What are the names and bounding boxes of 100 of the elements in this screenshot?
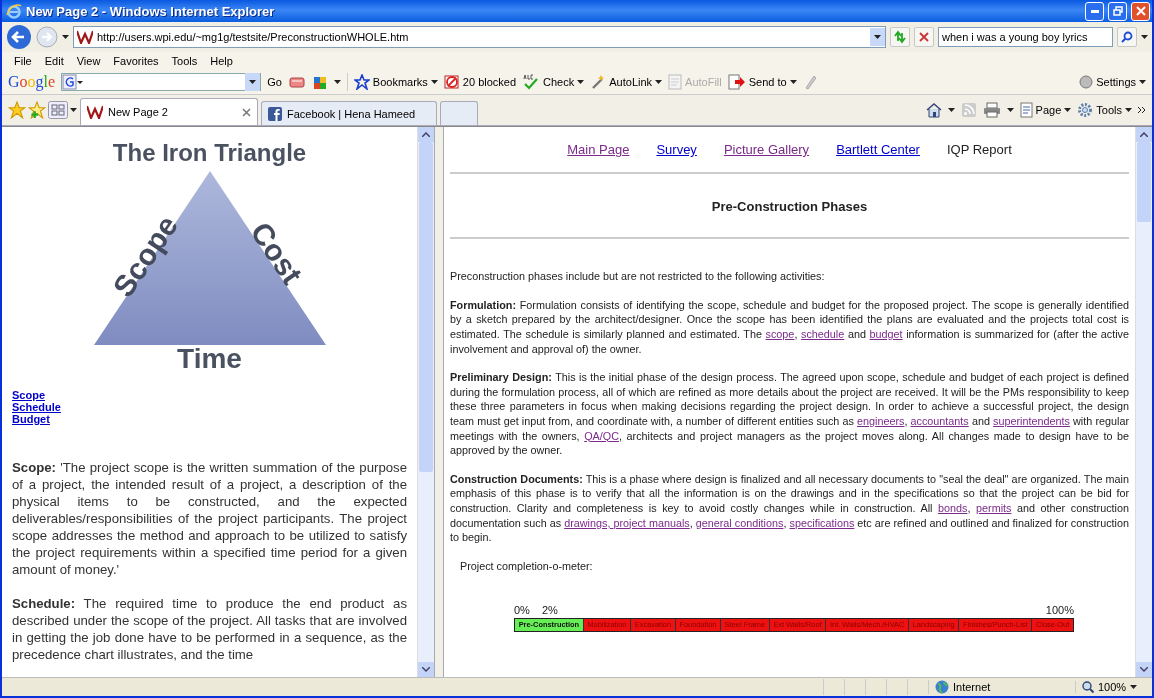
- paragraph: Preconstruction phases include but are not restricted to the following activities:: [450, 269, 826, 284]
- chevron-icon[interactable]: [1138, 106, 1146, 114]
- minimize-icon: [1090, 9, 1099, 13]
- settings-button[interactable]: Settings: [1079, 75, 1146, 89]
- site-icon: [87, 105, 103, 119]
- side-link[interactable]: Scope: [12, 389, 45, 401]
- caret-icon: [1139, 80, 1146, 84]
- print-icon[interactable]: [982, 102, 1001, 118]
- nav-link[interactable]: Picture Gallery: [723, 143, 810, 158]
- form-icon: [668, 74, 683, 90]
- page-icon: [1019, 102, 1033, 118]
- close-icon: [919, 32, 929, 42]
- caret-icon: [577, 80, 585, 84]
- scroll-thumb[interactable]: [1137, 142, 1151, 222]
- paragraph: Construction Documents: This is a phase where design is finalized and all necessary documents to "seal the deal" are organized. The main emphasis of this phase is to verify that all the information is on the drawings and in the specifications so that the project can be bid for construction. Clarity and completeness is key to avoid costly changes while in construction. All bonds, permits and other construction documentation such as drawings, project manuals, general conditions, specifications etc are refined and outlined and finalized for construction to begin.: [450, 471, 1129, 545]
- search-button[interactable]: [1117, 27, 1137, 47]
- scroll-down-icon[interactable]: [422, 667, 430, 672]
- toolbar-button[interactable]: Check: [522, 74, 585, 90]
- globe-icon: [935, 680, 949, 694]
- toolbar-button[interactable]: 20 blocked: [443, 74, 517, 90]
- tab-list-caret-icon: [70, 108, 77, 112]
- menu-item[interactable]: Tools: [171, 55, 198, 67]
- menu-item[interactable]: Favorites: [113, 55, 159, 67]
- nav-link[interactable]: Bartlett Center: [836, 143, 920, 158]
- inline-link[interactable]: project manuals: [613, 516, 690, 529]
- inline-link[interactable]: accountants: [910, 414, 969, 427]
- close-button[interactable]: [1131, 1, 1150, 21]
- send-page-icon: [727, 74, 746, 90]
- inline-link[interactable]: budget: [869, 327, 903, 340]
- browser-logo-icon: [6, 3, 22, 19]
- side-link[interactable]: Schedule: [12, 401, 61, 413]
- quick-tabs-icon[interactable]: [48, 101, 68, 119]
- caret-icon: [1006, 108, 1014, 112]
- scroll-up-icon[interactable]: [1140, 132, 1148, 137]
- scroll-down-icon[interactable]: [1140, 667, 1148, 672]
- favorites-star-icon[interactable]: [8, 101, 26, 119]
- menu-item[interactable]: Edit: [44, 55, 64, 67]
- restore-button[interactable]: [1108, 1, 1127, 21]
- inline-link[interactable]: drawings,: [564, 516, 614, 529]
- minimize-button[interactable]: [1085, 1, 1104, 21]
- site-icon: [77, 30, 93, 44]
- caret-icon: [430, 80, 438, 84]
- caret-icon: [333, 80, 341, 84]
- caret-icon: [1125, 108, 1132, 112]
- address-field[interactable]: http://users.wpi.edu/~mg1g/testsite/PreconstructionWHOLE.htm: [73, 26, 886, 48]
- nav-link[interactable]: Survey: [656, 143, 697, 158]
- stop-button[interactable]: [914, 27, 934, 47]
- inline-link[interactable]: superintendents: [993, 414, 1070, 427]
- close-tab-icon[interactable]: [242, 107, 251, 117]
- image-title: The Iron Triangle: [111, 139, 308, 167]
- gear-icon: [1077, 102, 1094, 118]
- back-button[interactable]: [6, 24, 32, 50]
- scroll-thumb[interactable]: [419, 142, 433, 472]
- puzzle-icon[interactable]: [311, 74, 328, 90]
- caret-icon: [789, 80, 797, 84]
- command-button[interactable]: Page: [1019, 102, 1072, 118]
- forward-button[interactable]: [36, 26, 58, 48]
- paragraph: Formulation: Formulation consists of identifying the scope, schedule and budget for the proposed project. The scope is generally identified by a sketch prepared by the architect/designer. Once the scope has been identified the plans are evaluated and the projects total cost is estimated. The schedule is similarly planned and estimated. The scope, schedule and budget information is summarized for (after the active involvement and approval of) the owner.: [450, 297, 1129, 357]
- menu-item[interactable]: View: [76, 55, 101, 67]
- menu-item[interactable]: Help: [210, 55, 233, 67]
- toolbar-button[interactable]: Bookmarks: [353, 74, 438, 90]
- settings-icon: [1079, 75, 1094, 89]
- inline-link[interactable]: permits: [976, 501, 1012, 514]
- right-scrollbar[interactable]: [1135, 127, 1152, 677]
- caret-icon: [947, 108, 955, 112]
- refresh-icon: [893, 30, 907, 44]
- go-button[interactable]: Go: [267, 76, 282, 88]
- dropdown-caret-icon: [249, 80, 257, 84]
- browser-tab[interactable]: Facebook | Hena Hameed: [261, 101, 437, 125]
- zoom-button[interactable]: 100%: [1075, 681, 1152, 693]
- search-options-caret-icon: [1141, 35, 1148, 39]
- left-scrollbar[interactable]: [417, 127, 434, 677]
- meter-tick: 100%: [1045, 603, 1074, 618]
- inline-link[interactable]: QA/QC: [584, 429, 619, 442]
- inline-link[interactable]: specifications: [789, 516, 855, 529]
- scroll-up-icon[interactable]: [422, 132, 430, 137]
- nav-link[interactable]: Main Page: [567, 143, 630, 158]
- refresh-button[interactable]: [890, 27, 910, 47]
- toolbar-button[interactable]: Send to: [727, 74, 797, 90]
- google-search-field[interactable]: [61, 73, 262, 91]
- inline-link[interactable]: schedule: [801, 327, 845, 340]
- search-field[interactable]: when i was a young boy lyrics: [938, 27, 1113, 47]
- paragraph: Scope: 'The project scope is the written summation of the purpose of a project, the intended result of a project, a description of the physical items to be constructed, and the expected deliverables/responsibilities of the project participants. The project scope addresses the method and approach to be utilized to satisfy the project requirements within a specified time period for a given amount of money.': [12, 459, 407, 578]
- meter-tick: 2%: [541, 603, 558, 618]
- toolbar-button[interactable]: AutoLink: [590, 74, 663, 90]
- add-favorite-icon[interactable]: [28, 101, 46, 119]
- restore-icon: [1112, 6, 1123, 16]
- spellcheck-icon: [522, 74, 541, 90]
- caret-icon: [1064, 108, 1072, 112]
- search-icon: [1121, 31, 1133, 43]
- home-icon[interactable]: [925, 102, 942, 118]
- caret-icon: [655, 80, 663, 84]
- side-link[interactable]: Budget: [12, 413, 50, 425]
- paragraph: Schedule: The required time to produce the end product as described under the scope of the project. All tasks that are involved in getting the job done have to be performed in a sequence, as the precedence chart illustrates, and the time: [12, 595, 407, 663]
- menu-item[interactable]: File: [14, 55, 32, 67]
- browser-tab[interactable]: New Page 2: [80, 98, 258, 125]
- page-heading: Pre-Construction Phases: [710, 197, 869, 216]
- g-icon: [62, 74, 85, 90]
- nav-current-page: IQP Report: [946, 143, 1012, 158]
- command-button[interactable]: Tools: [1077, 102, 1132, 118]
